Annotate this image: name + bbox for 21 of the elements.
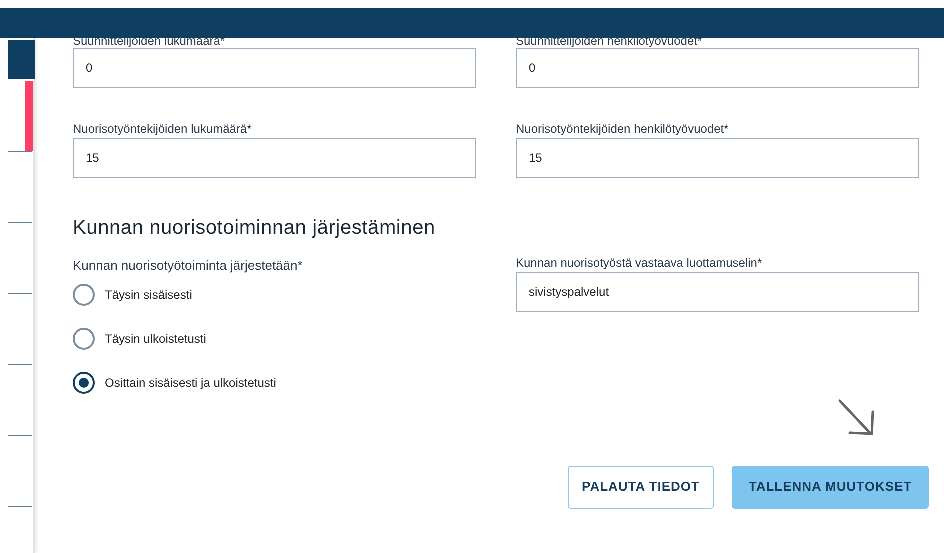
section-heading: Kunnan nuorisotoiminnan järjestäminen [73, 216, 436, 240]
reset-button[interactable]: PALAUTA TIEDOT [568, 466, 714, 508]
radio-button[interactable] [73, 372, 95, 394]
field-label: Kunnan nuorisotyöstä vastaava luottamuselin* [516, 256, 764, 270]
radio-button[interactable] [73, 284, 95, 306]
radio-group-label: Kunnan nuorisotyötoiminta järjestetään* [73, 257, 304, 275]
input-field[interactable]: 15 [516, 138, 919, 178]
radio-label: Täysin sisäisesti [105, 286, 192, 304]
input-field[interactable]: 0 [73, 48, 476, 88]
input-field[interactable]: 15 [73, 138, 476, 178]
radio-label: Osittain sisäisesti ja ulkoistetusti [105, 374, 276, 392]
sidebar-marker [25, 81, 33, 151]
radio-label: Täysin ulkoistetusti [105, 330, 206, 348]
field-label: Suunnittelijoiden henkilötyövuodet* [516, 34, 704, 48]
input-field[interactable]: 0 [516, 48, 919, 88]
input-field[interactable]: sivistyspalvelut [516, 272, 919, 312]
field-label: Suunnittelijoiden lukumäärä* [73, 34, 226, 48]
field-label: Nuorisotyöntekijöiden lukumäärä* [73, 122, 253, 136]
save-button[interactable]: TALLENNA MUUTOKSET [732, 466, 929, 508]
field-label: Nuorisotyöntekijöiden henkilötyövuodet* [516, 122, 730, 136]
radio-button[interactable] [73, 328, 95, 350]
